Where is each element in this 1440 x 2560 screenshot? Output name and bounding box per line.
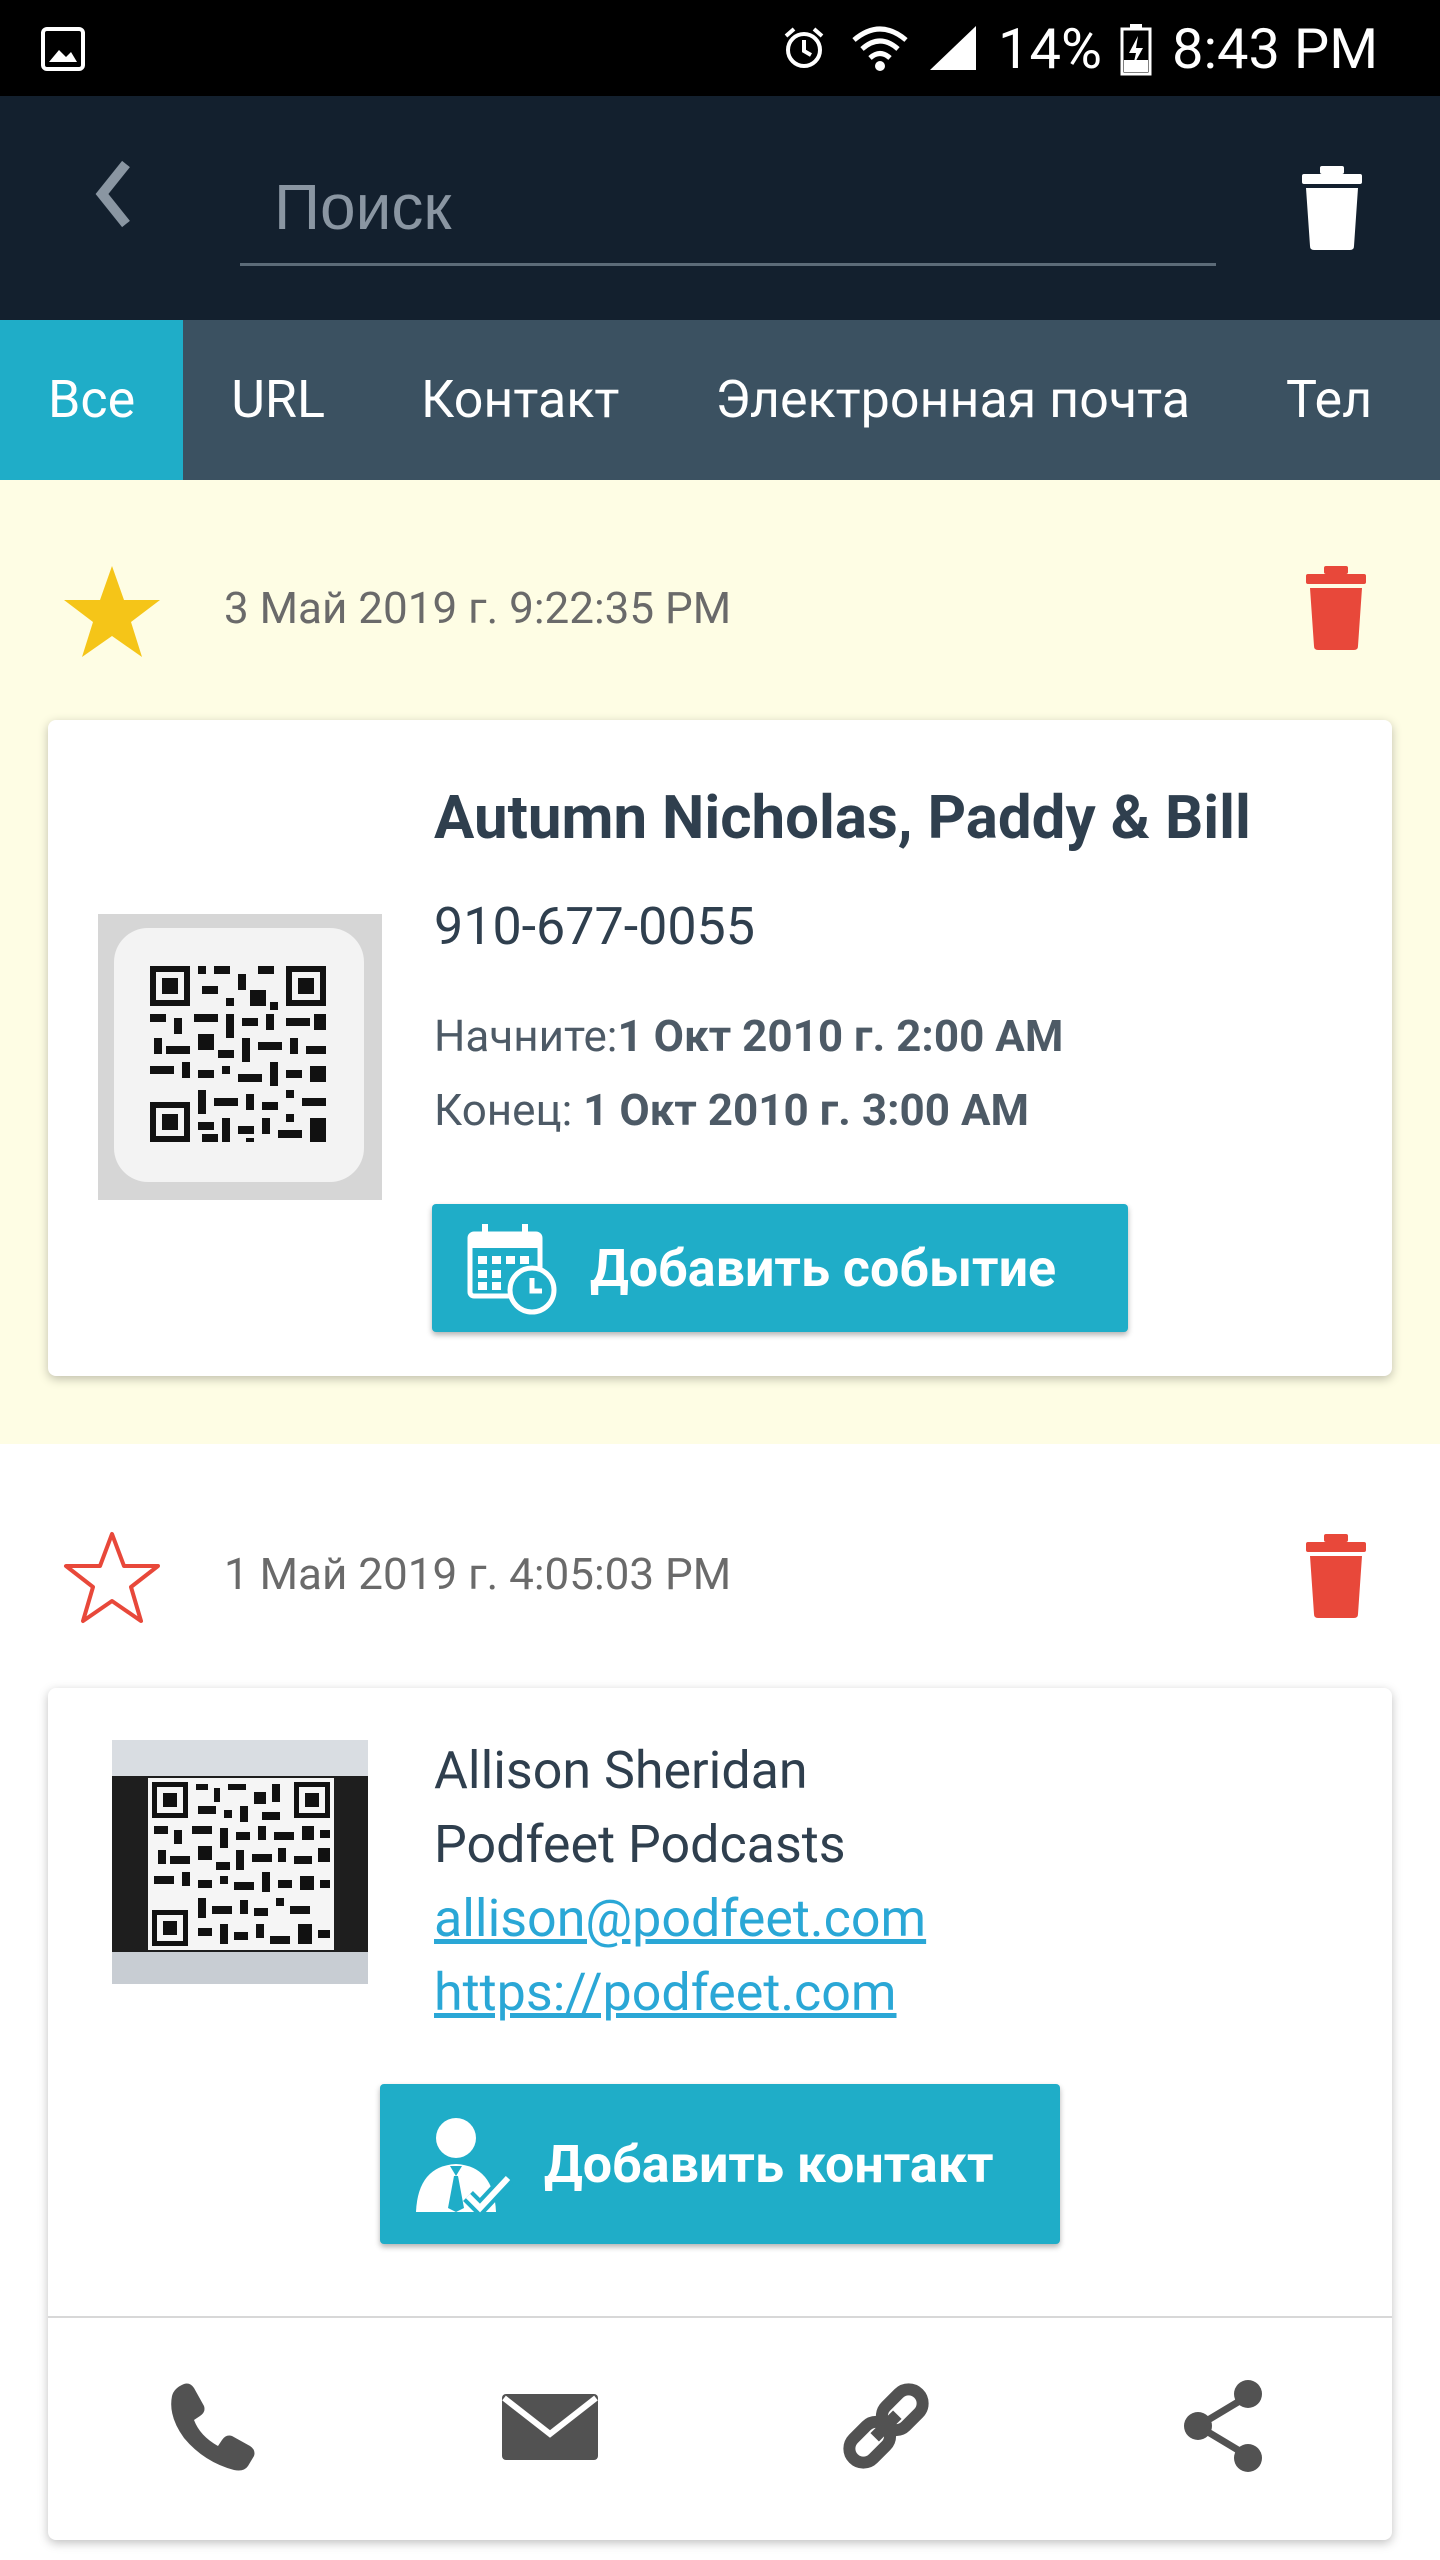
share-icon[interactable] [1176, 2378, 1272, 2474]
add-contact-person-icon [416, 2118, 514, 2216]
end-value: 1 Окт 2010 г. 3:00 AM [583, 1084, 1030, 1136]
clock: 8:43 PM [1172, 16, 1379, 82]
filter-tabs: Все URL Контакт Электронная почта Тел [0, 320, 1440, 480]
toolbar [0, 96, 1440, 320]
alarm-icon [784, 27, 824, 68]
contact-card[interactable]: Allison Sheridan Podfeet Podcasts alliso… [48, 1688, 1392, 2540]
link-icon[interactable] [838, 2378, 934, 2474]
history-item: 1 Май 2019 г. 4:05:03 PM Allison Sherida… [0, 1444, 1440, 2560]
search-field [240, 150, 1216, 266]
event-phone: 910-677-0055 [434, 896, 755, 957]
qr-code-thumbnail [112, 1740, 368, 1984]
delete-item-icon[interactable] [1304, 566, 1368, 650]
event-title: Autumn Nicholas, Paddy & Bill [434, 782, 1251, 853]
tab-all[interactable]: Все [0, 320, 184, 480]
search-input[interactable] [240, 150, 1216, 263]
tab-contact[interactable]: Контакт [373, 320, 667, 480]
start-value: 1 Окт 2010 г. 2:00 AM [617, 1010, 1064, 1062]
contact-organization: Podfeet Podcasts [434, 1814, 846, 1875]
tab-url[interactable]: URL [183, 320, 373, 480]
tab-phone[interactable]: Тел [1238, 320, 1420, 480]
gallery-notification-icon [41, 27, 85, 71]
scan-date: 3 Май 2019 г. 9:22:35 PM [224, 582, 732, 634]
status-bar: 14% 8:43 PM [0, 0, 1440, 96]
add-contact-label: Добавить контакт [544, 2133, 994, 2195]
battery-charging-icon [1120, 24, 1152, 76]
favorite-star-outline-icon[interactable] [62, 1528, 162, 1628]
email-envelope-icon[interactable] [502, 2378, 598, 2474]
add-event-button[interactable]: Добавить событие [432, 1204, 1128, 1332]
end-label: Конец: [434, 1084, 584, 1136]
card-divider [48, 2316, 1392, 2318]
calendar-clock-icon [467, 1224, 557, 1315]
contact-url-link[interactable]: https://podfeet.com [434, 1962, 897, 2023]
back-chevron-icon[interactable] [88, 154, 136, 234]
tab-email[interactable]: Электронная почта [667, 320, 1238, 480]
add-contact-button[interactable]: Добавить контакт [380, 2084, 1060, 2244]
event-end: Конец: 1 Окт 2010 г. 3:00 AM [434, 1084, 1029, 1136]
favorite-star-filled-icon[interactable] [62, 562, 162, 662]
event-card[interactable]: Autumn Nicholas, Paddy & Bill 910-677-00… [48, 720, 1392, 1376]
phone-icon[interactable] [164, 2378, 260, 2474]
scan-date: 1 Май 2019 г. 4:05:03 PM [224, 1548, 732, 1600]
event-start: Начните:1 Окт 2010 г. 2:00 AM [434, 1010, 1063, 1062]
signal-icon [930, 26, 976, 70]
battery-percent: 14% [998, 16, 1102, 82]
contact-name: Allison Sheridan [434, 1740, 808, 1801]
qr-code-thumbnail [98, 914, 382, 1200]
history-item: 3 Май 2019 г. 9:22:35 PM Autumn Nicholas… [0, 480, 1440, 1444]
wifi-icon [852, 26, 908, 71]
add-event-label: Добавить событие [590, 1237, 1057, 1299]
start-label: Начните: [434, 1010, 618, 1062]
delete-item-icon[interactable] [1304, 1534, 1368, 1618]
delete-all-trash-icon[interactable] [1300, 166, 1364, 250]
contact-email-link[interactable]: allison@podfeet.com [434, 1888, 926, 1949]
